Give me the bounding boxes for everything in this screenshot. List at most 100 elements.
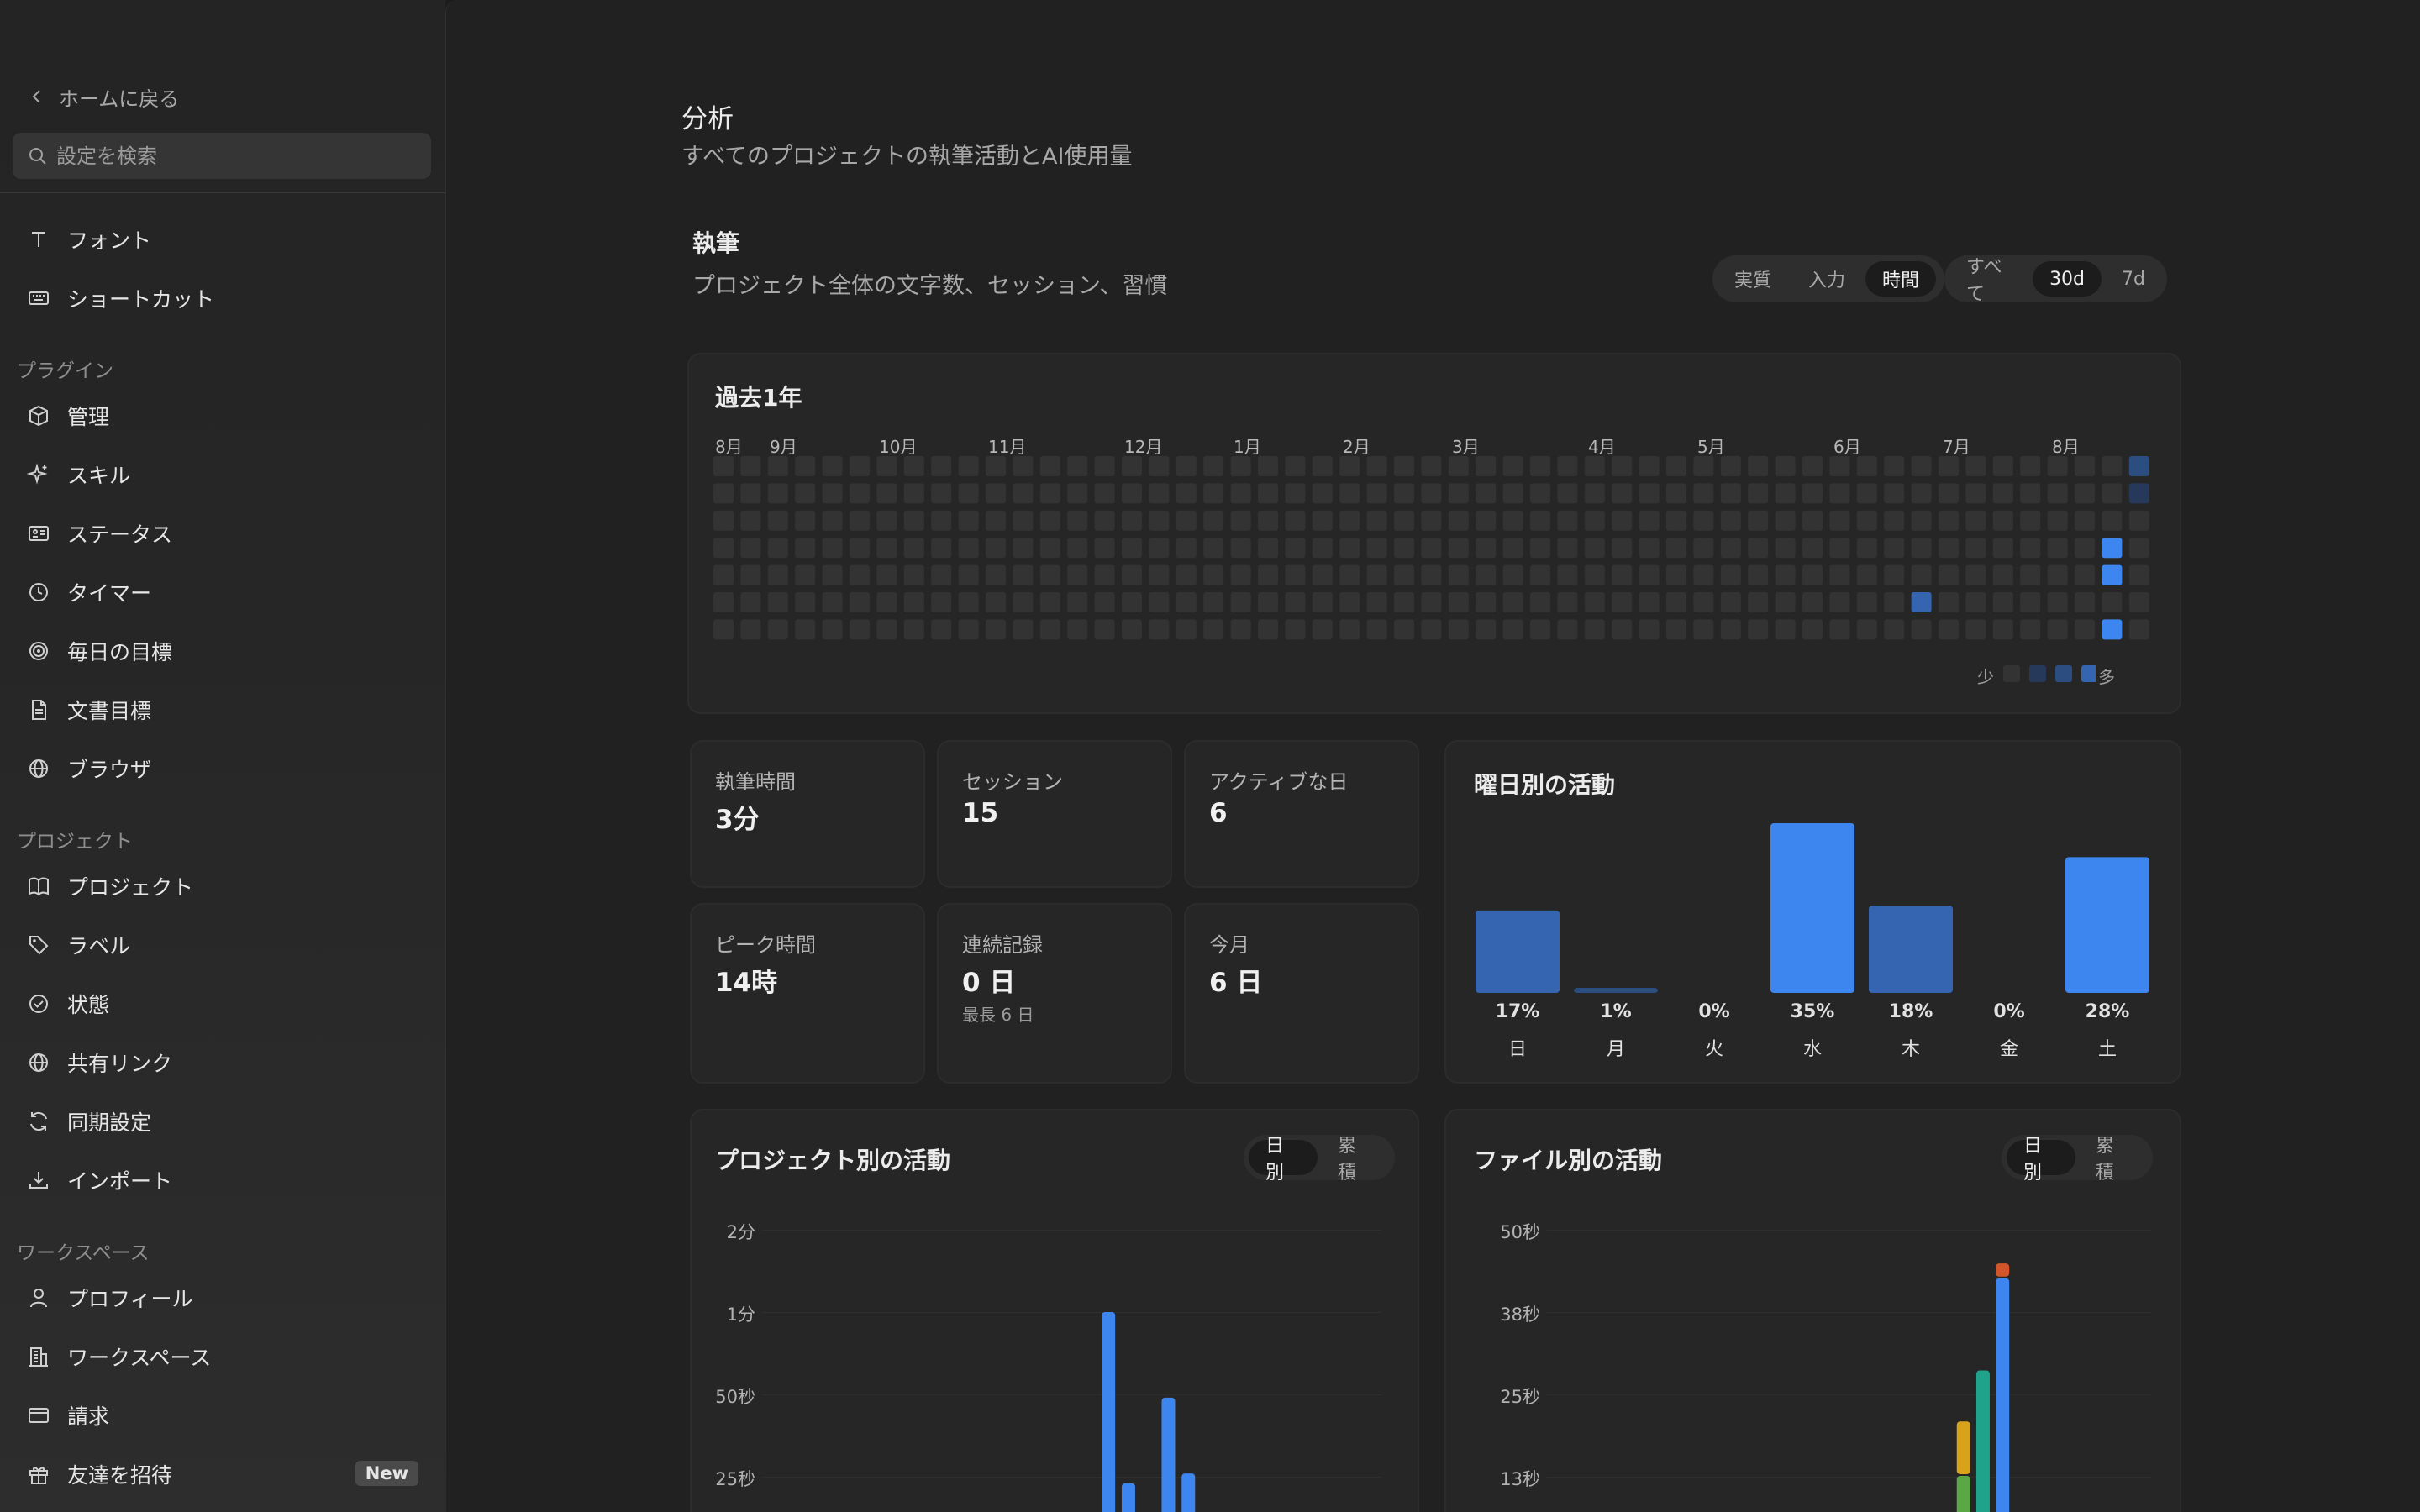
sidebar-item-profile[interactable]: プロフィール: [12, 1274, 432, 1321]
heatmap-cell: [876, 483, 897, 504]
heatmap-cell: [1013, 538, 1034, 559]
sidebar-item-daily-goal[interactable]: 毎日の目標: [12, 627, 432, 675]
heatmap-cell: [931, 564, 952, 585]
document-icon: [32, 700, 46, 720]
heatmap-cell: [1176, 592, 1197, 612]
id-card-icon: [29, 526, 49, 541]
heatmap-cell: [1639, 592, 1660, 612]
heatmap-cell: [822, 592, 843, 612]
heatmap-cell: [795, 564, 816, 585]
heatmap-cell: [1802, 619, 1823, 640]
weekday-percent-label: 0%: [1993, 1001, 2025, 1022]
toggle-daily[interactable]: 日別: [2007, 1136, 2075, 1184]
heatmap-cell: [1122, 592, 1142, 612]
settings-search-input[interactable]: [56, 144, 426, 168]
heatmap-cell: [2075, 510, 2095, 531]
sidebar-item-status[interactable]: ステータス: [12, 510, 432, 557]
sidebar-item-state[interactable]: 状態: [12, 980, 432, 1027]
sidebar-item-labels[interactable]: ラベル: [12, 921, 432, 969]
cube-icon: [29, 405, 48, 427]
heatmap-cell: [1584, 538, 1605, 559]
range-option-30d[interactable]: 30d: [2033, 261, 2102, 297]
file-bar-segment: [1996, 1278, 2010, 1512]
heatmap-cell: [1476, 483, 1497, 504]
heatmap-cell: [1502, 619, 1523, 640]
writing-section-title: 執筆: [692, 229, 740, 257]
heatmap-cell: [1285, 564, 1306, 585]
heatmap-cell: [1720, 510, 1741, 531]
stat-value: 0 日: [962, 968, 1016, 998]
file-bar-segment: [1975, 1370, 1990, 1512]
heatmap-cell: [1939, 538, 1959, 559]
heatmap-cell: [713, 619, 734, 640]
heatmap-cell: [1639, 538, 1660, 559]
heatmap-cell: [2075, 592, 2095, 612]
sidebar-item-import[interactable]: インポート: [12, 1157, 432, 1204]
heatmap-cell: [1476, 592, 1497, 612]
sidebar-item-font[interactable]: フォント: [12, 216, 432, 263]
sidebar-item-browser[interactable]: ブラウザ: [12, 745, 432, 792]
refresh-icon: [30, 1111, 47, 1131]
heatmap-cell: [1584, 619, 1605, 640]
sidebar-item-manage[interactable]: 管理: [12, 392, 432, 439]
sidebar-item-label: ショートカット: [67, 287, 215, 312]
heatmap-cell: [986, 592, 1006, 612]
toggle-cumulative[interactable]: 累積: [1321, 1136, 1390, 1184]
heatmap-cell: [822, 483, 843, 504]
heatmap-cell: [2102, 538, 2123, 559]
toggle-cumulative[interactable]: 累積: [2079, 1136, 2148, 1184]
heatmap-cell: [1557, 619, 1578, 640]
back-to-home-link[interactable]: ホームに戻る: [29, 82, 179, 111]
range-option-7d[interactable]: 7d: [2105, 261, 2162, 297]
sidebar-item-projects[interactable]: プロジェクト: [12, 863, 432, 910]
stat-label: セッション: [962, 770, 1063, 794]
metric-option-actual[interactable]: 実質: [1718, 261, 1788, 297]
sidebar-item-workspace[interactable]: ワークスペース: [12, 1333, 432, 1380]
heatmap-cell: [1394, 564, 1414, 585]
heatmap-cell: [1693, 456, 1714, 476]
settings-search[interactable]: [13, 133, 431, 179]
heatmap-cell: [1612, 619, 1633, 640]
stat-label: 今月: [1209, 933, 1249, 957]
heatmap-cell: [1748, 510, 1769, 531]
heatmap-cell: [1720, 564, 1741, 585]
sidebar-item-document-goal[interactable]: 文書目標: [12, 686, 432, 733]
heatmap-cell: [713, 483, 734, 504]
heatmap-cell: [931, 456, 952, 476]
month-label: 5月: [1697, 437, 1725, 457]
sidebar-item-billing[interactable]: 請求: [12, 1392, 432, 1439]
heatmap-cell: [1530, 592, 1550, 612]
metric-option-time[interactable]: 時間: [1865, 261, 1937, 297]
metric-option-input[interactable]: 入力: [1791, 261, 1862, 297]
heatmap-cell: [1992, 538, 2013, 559]
sidebar-item-label: ステータス: [67, 522, 173, 547]
heatmap-cell: [1829, 483, 1850, 504]
heatmap-cell: [2102, 510, 2123, 531]
heatmap-cell: [1775, 510, 1796, 531]
toggle-daily[interactable]: 日別: [1249, 1136, 1318, 1184]
heatmap-cell: [2020, 564, 2041, 585]
heatmap-cell: [1965, 510, 1986, 531]
heatmap-cell: [795, 592, 816, 612]
activity-heatmap: [713, 456, 2149, 640]
sidebar-item-share-links[interactable]: 共有リンク: [12, 1039, 432, 1086]
heatmap-cell: [2020, 456, 2041, 476]
sidebar-item-shortcuts[interactable]: ショートカット: [12, 275, 432, 322]
range-option-all[interactable]: すべて: [1949, 257, 2029, 305]
sidebar-item-invite-friends[interactable]: 友達を招待 New: [12, 1451, 432, 1498]
heatmap-cell: [1421, 538, 1442, 559]
sidebar-item-label: ブラウザ: [67, 758, 152, 782]
heatmap-cell: [2047, 564, 2068, 585]
heatmap-cell: [1639, 510, 1660, 531]
heatmap-cell: [767, 510, 788, 531]
sidebar-item-sync[interactable]: 同期設定: [12, 1098, 432, 1145]
heatmap-cell: [1366, 456, 1387, 476]
month-label: 8月: [2052, 437, 2080, 457]
heatmap-cell: [1176, 456, 1197, 476]
heatmap-cell: [1939, 483, 1959, 504]
heatmap-cell: [822, 456, 843, 476]
heatmap-cell: [876, 564, 897, 585]
sidebar-item-skills[interactable]: スキル: [12, 451, 432, 498]
heatmap-cell: [1829, 510, 1850, 531]
sidebar-item-timer[interactable]: タイマー: [12, 569, 432, 616]
